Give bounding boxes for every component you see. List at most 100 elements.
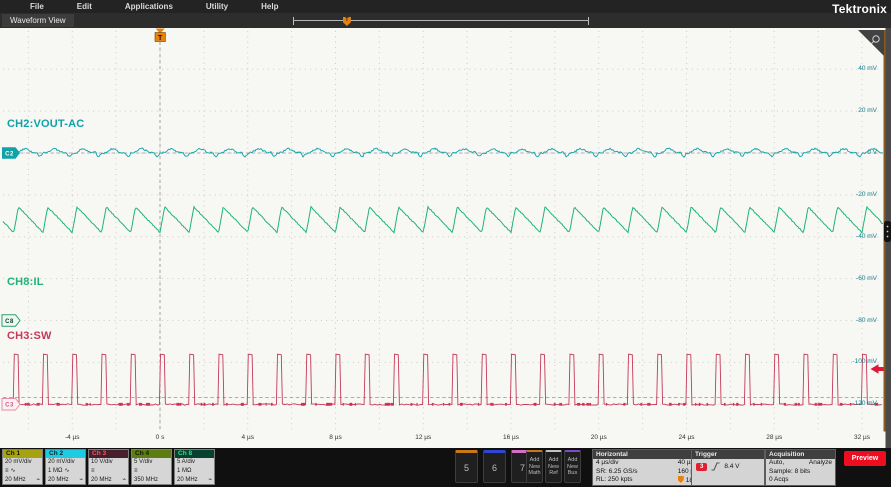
ch3-baseline-noise	[203, 402, 205, 406]
probe-icon: ⌁	[79, 477, 83, 483]
channel-badge-ch2[interactable]: Ch 2 20 mV/div 1 MΩ ∿ 20 MHz ⌁	[45, 449, 86, 485]
ch2-zero-badge-label: C2	[5, 151, 14, 157]
channel-badge-header: Ch 4	[132, 450, 171, 458]
menu-item-help[interactable]: Help	[261, 2, 278, 11]
trigger-settings-row: 3 8.4 V	[692, 459, 764, 474]
ch3-baseline-noise	[577, 402, 581, 406]
menu-item-applications[interactable]: Applications	[125, 2, 173, 11]
ch3-baseline-noise	[623, 402, 626, 406]
ch3-baseline-noise	[783, 402, 787, 406]
channel-scale-value: 5 V/div	[134, 459, 153, 465]
bottom-settings-bar: Ch 1 20 mV/div ≡ ∿ 20 MHz ⌁ Ch 2 20 mV/div 1 MΩ ∿…	[0, 448, 891, 487]
x-axis-label: 16 µs	[502, 434, 520, 441]
ch3-baseline-noise	[706, 402, 709, 406]
ch3-baseline-noise	[582, 402, 585, 406]
trigger-position-icon	[677, 476, 684, 483]
ground-icon: ≡	[134, 468, 138, 474]
ch3-baseline-noise	[342, 402, 344, 406]
x-axis-label: 12 µs	[415, 434, 432, 441]
tab-waveform-view[interactable]: Waveform View	[2, 14, 74, 27]
ch3-baseline-noise	[648, 402, 651, 406]
ch3-baseline-noise	[695, 402, 697, 406]
ch3-baseline-noise	[460, 402, 463, 406]
grip-dot	[886, 230, 889, 233]
waveform-plot-area: T C2 C8 C3 40 mV 20 mV 0 V -20 mV -40 mV -60 mV -…	[0, 28, 891, 448]
ch3-baseline-noise	[732, 402, 735, 406]
probe-icon: ⌁	[208, 477, 212, 483]
ac-coupling-icon: ∿	[10, 468, 16, 474]
channel-scale-row: 20 mV/div	[46, 458, 85, 467]
channel-badge-ch8[interactable]: Ch 85 A/div 1 MΩ 20 MHz ⌁	[174, 449, 215, 485]
preview-button[interactable]: Preview	[844, 451, 886, 466]
acquisition-panel[interactable]: Acquisition Auto, Analyze Sample: 8 bits…	[765, 449, 836, 486]
ch3-baseline-noise	[698, 402, 700, 406]
ac-coupling-icon: ∿	[64, 468, 70, 474]
channel-bandwidth-value: 20 MHz	[177, 477, 198, 483]
channel-scale-value: 10 V/div	[91, 459, 113, 465]
channel-badge-header: Ch 3	[89, 450, 128, 458]
ch3-baseline-noise	[647, 402, 649, 406]
add-new-ref-button[interactable]: Add New Ref	[545, 450, 562, 483]
channel-badge-header: Ch 8	[175, 450, 214, 458]
ch3-baseline-noise	[326, 402, 329, 406]
grip-dot	[886, 225, 889, 228]
ch3-baseline-noise	[126, 402, 130, 406]
horizontal-value-left: SR: 6.25 GS/s	[596, 467, 638, 475]
channel-badge-ch3[interactable]: Ch 3 10 V/div ≡ 20 MHz ⌁	[88, 449, 129, 485]
ch3-baseline-noise	[814, 402, 817, 406]
horizontal-value-left: 4 µs/div	[596, 459, 619, 466]
x-axis-label: 4 µs	[241, 434, 254, 441]
channel-badge-ch1[interactable]: Ch 1 20 mV/div ≡ ∿ 20 MHz ⌁	[2, 449, 43, 485]
ch3-baseline-noise	[431, 402, 434, 406]
channel-slot-button-6[interactable]: 6	[483, 450, 506, 483]
x-axis-label: 8 µs	[329, 434, 342, 441]
ch3-baseline-noise	[443, 402, 445, 406]
ch3-baseline-noise	[354, 402, 356, 406]
channel-bandwidth-row: 350 MHz	[132, 476, 171, 485]
plot-background	[0, 28, 886, 448]
series-label-c2: CH2:VOUT-AC	[7, 118, 85, 130]
ground-icon: ≡	[5, 468, 9, 474]
series-label-c3: CH3:SW	[7, 330, 52, 342]
ch3-baseline-noise	[176, 402, 179, 406]
ch3-baseline-noise	[139, 402, 143, 406]
ch3-baseline-noise	[797, 402, 800, 406]
y-axis-label: -20 mV	[856, 190, 877, 198]
ch3-baseline-noise	[586, 402, 590, 406]
ground-icon: ≡	[91, 468, 95, 474]
menu-item-file[interactable]: File	[30, 2, 44, 11]
add-new-bus-button[interactable]: Add New Bus	[564, 450, 581, 483]
channel-badge-ch4[interactable]: Ch 45 V/div ≡ 350 MHz	[131, 449, 172, 485]
ch3-baseline-noise	[301, 402, 305, 406]
ch3-baseline-noise	[640, 402, 643, 406]
ch3-baseline-noise	[89, 402, 91, 406]
ch3-baseline-noise	[723, 402, 726, 406]
ch3-baseline-noise	[315, 402, 317, 406]
channel-scale-row: 5 A/div	[175, 458, 214, 467]
channel-scale-row: 10 V/div	[89, 458, 128, 467]
x-axis-label: 24 µs	[678, 434, 695, 441]
menu-item-utility[interactable]: Utility	[206, 2, 228, 11]
channel-scale-row: 5 V/div	[132, 458, 171, 467]
ch8-zero-badge-label: C8	[5, 319, 14, 325]
minimap-trigger-flag[interactable]: T	[342, 17, 351, 26]
channel-impedance-value: 1 MΩ	[48, 468, 63, 474]
channel-badges: Ch 1 20 mV/div ≡ ∿ 20 MHz ⌁ Ch 2 20 mV/div 1 MΩ ∿…	[2, 449, 215, 485]
acquisition-panel-title: Acquisition	[766, 450, 835, 459]
channel-coupling-row: 1 MΩ ∿	[46, 467, 85, 476]
x-axis-label: 28 µs	[766, 434, 783, 441]
ch3-baseline-noise	[24, 402, 27, 406]
ch3-baseline-noise	[85, 402, 88, 406]
menu-bar: File Edit Applications Utility Help	[0, 0, 891, 13]
channel-slot-button-5[interactable]: 5	[455, 450, 478, 483]
menu-item-edit[interactable]: Edit	[77, 2, 92, 11]
ch3-baseline-noise	[387, 402, 391, 406]
x-axis-label: -4 µs	[64, 434, 80, 441]
record-overview-minimap[interactable]: T	[293, 17, 589, 26]
ch3-baseline-noise	[820, 402, 823, 406]
grip-dot	[886, 235, 889, 238]
add-new-math-button[interactable]: Add New Math	[526, 450, 543, 483]
trigger-level-value: 8.4 V	[724, 463, 740, 470]
trigger-panel[interactable]: Trigger 3 8.4 V	[691, 449, 765, 486]
channel-scale-value: 20 mV/div	[48, 459, 75, 465]
